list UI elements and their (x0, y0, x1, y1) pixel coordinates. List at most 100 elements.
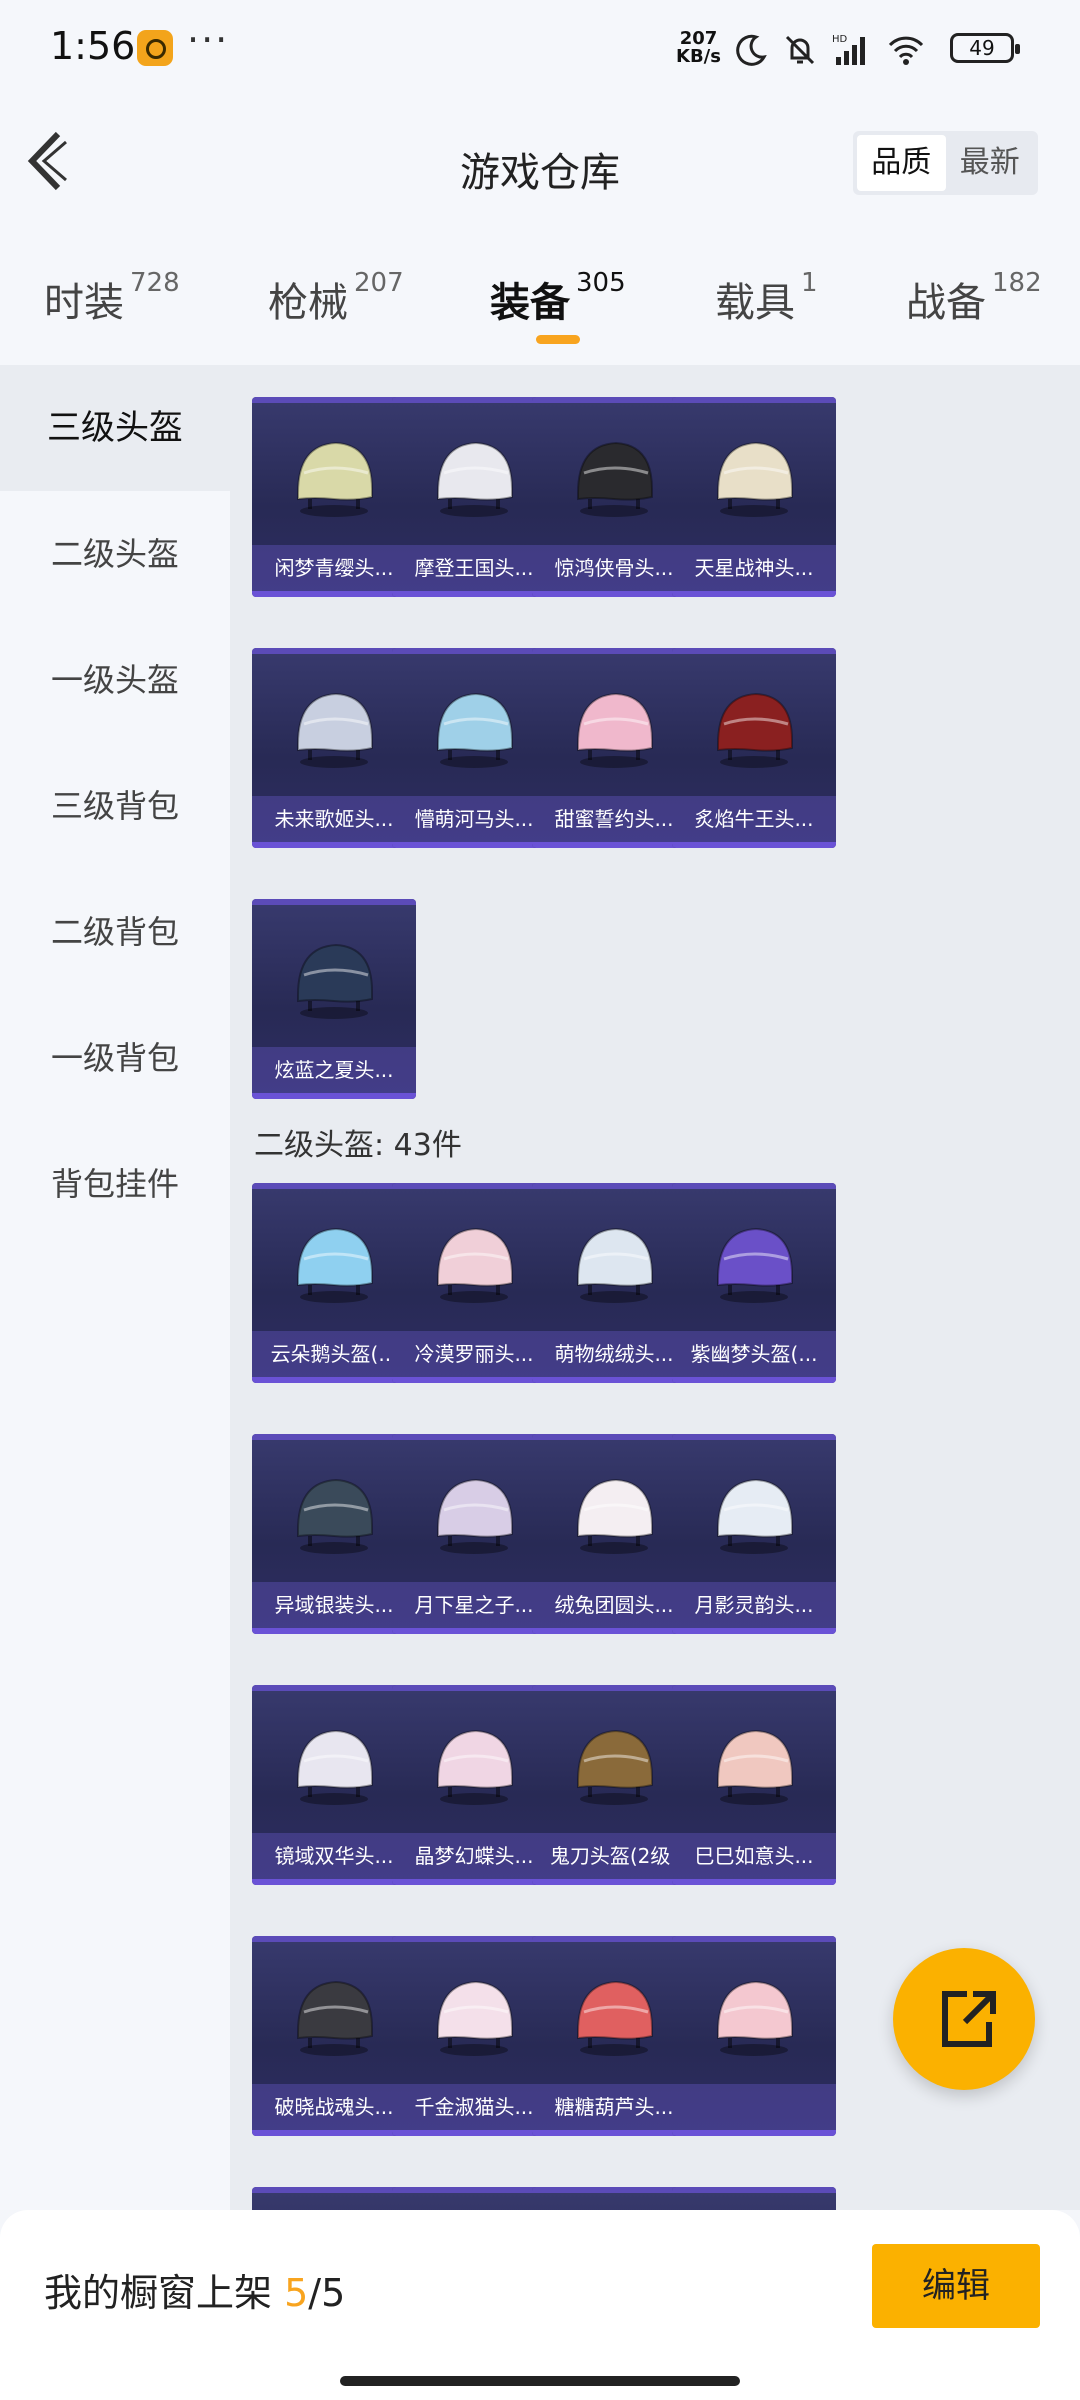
mute-bell-icon (785, 35, 815, 65)
item-image (424, 1464, 524, 1564)
item-image (564, 1464, 664, 1564)
item-card[interactable]: 炙焰牛王头... (672, 648, 836, 848)
item-name: 炫蓝之夏头... (252, 1047, 416, 1093)
tab-label: 战备 (906, 280, 986, 326)
helmet-icon (437, 692, 513, 768)
item-image (704, 678, 804, 778)
item-name: 月影灵韵头... (672, 1582, 836, 1628)
item-card[interactable]: 巳巳如意头... (672, 1685, 836, 1885)
item-card[interactable] (672, 1936, 836, 2136)
item-image (564, 678, 664, 778)
helmet-icon (717, 441, 793, 517)
helmet-icon (297, 441, 373, 517)
item-image (704, 1966, 804, 2066)
item-image (284, 1966, 384, 2066)
tab-equipment[interactable]: 装备 305 (490, 268, 626, 328)
item-image (704, 1715, 804, 1815)
item-image (564, 1213, 664, 1313)
helmet-icon (437, 1980, 513, 2056)
helmet-icon (437, 441, 513, 517)
showcase-label: 我的橱窗上架 (44, 2271, 273, 2315)
network-speed-unit: KB/s (676, 46, 721, 67)
moon-icon (736, 34, 767, 66)
tab-count: 728 (130, 268, 180, 298)
home-indicator (340, 2376, 740, 2386)
showcase-current-count: 5 (284, 2271, 309, 2315)
helmet-icon (297, 1478, 373, 1554)
sidebar-item-backpack-charm[interactable]: 背包挂件 (0, 1121, 230, 1247)
tab-battle-gear[interactable]: 战备 182 (906, 268, 1042, 328)
section-heading-level2-helmet: 二级头盔: 43件 (254, 1128, 462, 1163)
item-card[interactable]: 天星战神头... (672, 397, 836, 597)
status-icons: HD (734, 30, 926, 70)
item-image (284, 678, 384, 778)
item-grid-area: 闲梦青缨头... 摩登王国头... 惊鸿侠骨头... 天星战神头... 未来歌姬头...… (230, 365, 1080, 2210)
helmet-icon (437, 1227, 513, 1303)
edit-button[interactable]: 编辑 (872, 2244, 1040, 2328)
page-header: 游戏仓库 品质 最新 (0, 100, 1080, 230)
item-card[interactable] (672, 2187, 836, 2210)
showcase-separator: / (308, 2271, 322, 2315)
helmet-icon (437, 1478, 513, 1554)
helmet-icon (297, 1729, 373, 1805)
subcategory-sidebar: 三级头盔 二级头盔 一级头盔 三级背包 二级背包 一级背包 背包挂件 (0, 365, 230, 2210)
sidebar-item-level2-helmet[interactable]: 二级头盔 (0, 491, 230, 617)
item-image (704, 1464, 804, 1564)
helmet-icon (717, 1980, 793, 2056)
item-image (424, 1715, 524, 1815)
signal-hd-label: HD (832, 34, 848, 45)
tab-count: 1 (801, 268, 818, 298)
app-notification-icon (137, 30, 173, 66)
item-name: 天星战神头... (672, 545, 836, 591)
item-card[interactable]: 炫蓝之夏头... (252, 899, 416, 1099)
item-name: 紫幽梦头盔(... (672, 1331, 836, 1377)
showcase-total-count: 5 (321, 2271, 346, 2315)
status-bar: 1:56 ··· 207 KB/s HD 49 (0, 0, 1080, 100)
item-image (424, 1213, 524, 1313)
helmet-icon (577, 1478, 653, 1554)
helmet-icon (577, 441, 653, 517)
item-card[interactable]: 月影灵韵头... (672, 1434, 836, 1634)
external-link-icon (942, 1991, 996, 2047)
tab-vehicles[interactable]: 载具 1 (715, 268, 818, 328)
item-image (284, 1464, 384, 1564)
sidebar-item-level1-helmet[interactable]: 一级头盔 (0, 617, 230, 743)
item-card[interactable]: 紫幽梦头盔(... (672, 1183, 836, 1383)
helmet-icon (577, 1227, 653, 1303)
helmet-icon (297, 1227, 373, 1303)
item-image (424, 678, 524, 778)
showcase-bar: 我的橱窗上架 5/5 编辑 (0, 2210, 1080, 2400)
signal-icon: HD (832, 34, 865, 65)
helmet-icon (717, 1729, 793, 1805)
item-name (672, 2084, 836, 2130)
item-image (704, 1213, 804, 1313)
tab-guns[interactable]: 枪械 207 (268, 268, 404, 328)
sidebar-item-level3-backpack[interactable]: 三级背包 (0, 743, 230, 869)
tab-fashion[interactable]: 时装 728 (44, 268, 180, 328)
helmet-icon (577, 1980, 653, 2056)
item-image (424, 427, 524, 527)
share-fab-button[interactable] (893, 1948, 1035, 2090)
item-image (564, 1966, 664, 2066)
sidebar-item-level1-backpack[interactable]: 一级背包 (0, 995, 230, 1121)
item-name: 巳巳如意头... (672, 1833, 836, 1879)
tab-label: 时装 (44, 280, 124, 326)
item-name: 炙焰牛王头... (672, 796, 836, 842)
tab-count: 305 (576, 268, 626, 298)
sort-option-newest[interactable]: 最新 (946, 135, 1035, 191)
helmet-icon (297, 692, 373, 768)
sidebar-item-level3-helmet[interactable]: 三级头盔 (0, 365, 230, 491)
more-notifications-icon: ··· (187, 18, 230, 62)
category-tabs: 时装 728 枪械 207 装备 305 载具 1 战备 182 (0, 230, 1080, 365)
helmet-icon (717, 1478, 793, 1554)
helmet-icon (717, 692, 793, 768)
tab-label: 载具 (715, 280, 795, 326)
showcase-status: 我的橱窗上架 5/5 (44, 2262, 345, 2317)
item-image (424, 1966, 524, 2066)
tab-label: 装备 (490, 280, 570, 326)
sort-toggle: 品质 最新 (853, 131, 1038, 195)
sort-option-quality[interactable]: 品质 (857, 135, 946, 191)
item-image (284, 427, 384, 527)
item-image (284, 929, 384, 1029)
sidebar-item-level2-backpack[interactable]: 二级背包 (0, 869, 230, 995)
